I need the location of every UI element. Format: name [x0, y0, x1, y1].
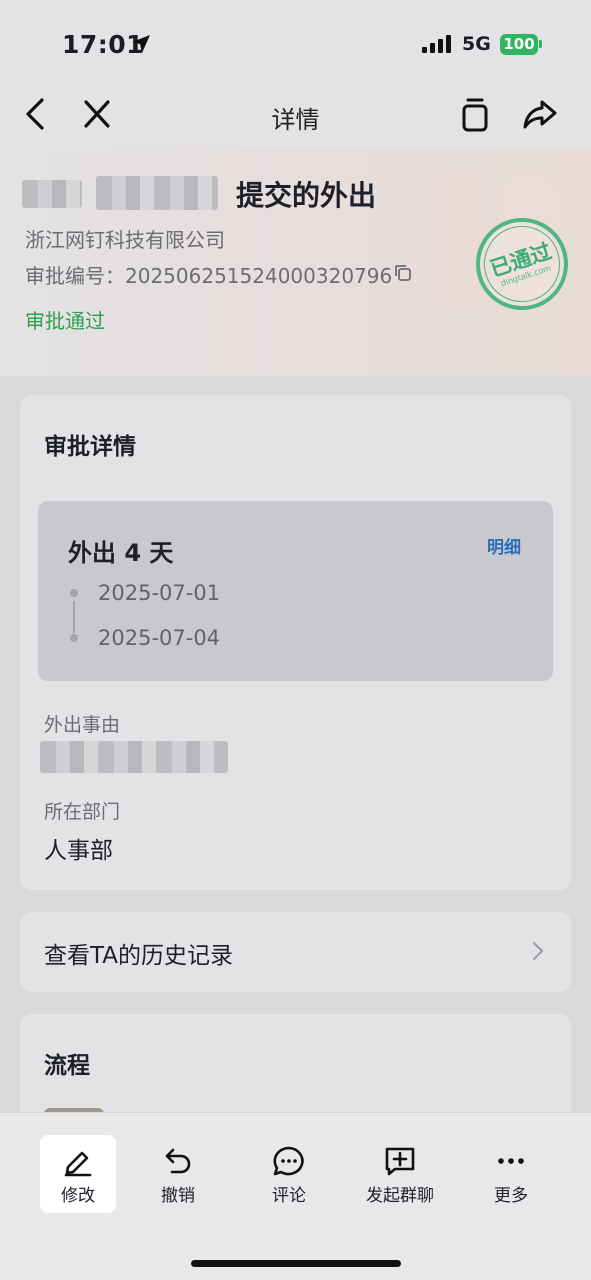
reason-label: 外出事由 — [44, 714, 121, 736]
more-label: 更多 — [494, 1186, 528, 1206]
more-button[interactable]: 更多 — [473, 1135, 549, 1213]
start-date: 2025-07-01 — [98, 581, 221, 605]
status-badge: 审批通过 — [25, 309, 105, 333]
copy-number-icon[interactable] — [393, 263, 413, 283]
copy-icon[interactable] — [460, 96, 490, 132]
share-icon[interactable] — [522, 96, 558, 132]
battery-icon: 100 — [500, 34, 538, 55]
company-name: 浙江网钉科技有限公司 — [25, 228, 225, 252]
department-label: 所在部门 — [44, 801, 121, 823]
comment-label: 评论 — [272, 1186, 306, 1206]
undo-icon — [165, 1148, 191, 1174]
comment-icon — [273, 1146, 304, 1176]
detail-link[interactable]: 明细 — [487, 533, 521, 558]
approval-header: 提交的外出 浙江网钉科技有限公司 审批编号：202506251524000320… — [0, 148, 591, 376]
page-title: 详情 — [271, 106, 320, 134]
approval-number: 审批编号：20250625152400032079​6 — [25, 264, 393, 288]
header-decoration — [438, 170, 484, 310]
more-icon — [498, 1158, 524, 1164]
battery-level: 100 — [503, 35, 535, 53]
edit-icon — [64, 1151, 92, 1177]
status-bar: 17:01 5G 100 — [0, 0, 591, 80]
process-card: 流程 — [20, 1014, 571, 1124]
outing-title: 外出 4 天 — [68, 539, 174, 567]
location-arrow-icon — [132, 35, 150, 53]
group-chat-button[interactable]: 发起群聊 — [362, 1135, 438, 1213]
chevron-right-icon — [533, 942, 544, 960]
blurred-reason — [40, 741, 228, 773]
blurred-name — [96, 176, 218, 210]
end-date: 2025-07-04 — [98, 626, 221, 650]
network-type: 5G — [462, 33, 491, 55]
history-row[interactable]: 查看TA的历史记录 — [20, 912, 571, 992]
department-value: 人事部 — [44, 838, 113, 864]
timeline-line — [73, 601, 75, 633]
history-label: 查看TA的历史记录 — [44, 943, 233, 969]
revoke-label: 撤销 — [161, 1186, 195, 1206]
comment-button[interactable]: 评论 — [251, 1135, 327, 1213]
bottom-toolbar: 修改 撤销 评论 发起群聊 更多 — [0, 1112, 591, 1280]
edit-button[interactable]: 修改 — [40, 1135, 116, 1213]
approval-details-card: 审批详情 外出 4 天 明细 2025-07-01 2025-07-04 外出事… — [20, 395, 571, 890]
details-title: 审批详情 — [44, 434, 136, 460]
approval-title: 提交的外出 — [236, 179, 377, 212]
group-chat-icon — [385, 1147, 415, 1176]
outing-summary: 外出 4 天 明细 2025-07-01 2025-07-04 — [38, 501, 553, 681]
revoke-button[interactable]: 撤销 — [140, 1135, 216, 1213]
timeline-dot — [70, 634, 78, 642]
process-title: 流程 — [44, 1053, 90, 1079]
signal-icon — [422, 35, 451, 53]
nav-bar: 详情 — [0, 80, 591, 148]
blurred-name — [22, 180, 82, 208]
edit-label: 修改 — [61, 1186, 95, 1206]
battery-tip — [539, 40, 542, 48]
home-indicator[interactable] — [191, 1260, 401, 1267]
timeline-dot — [70, 589, 78, 597]
group-chat-label: 发起群聊 — [366, 1186, 434, 1206]
